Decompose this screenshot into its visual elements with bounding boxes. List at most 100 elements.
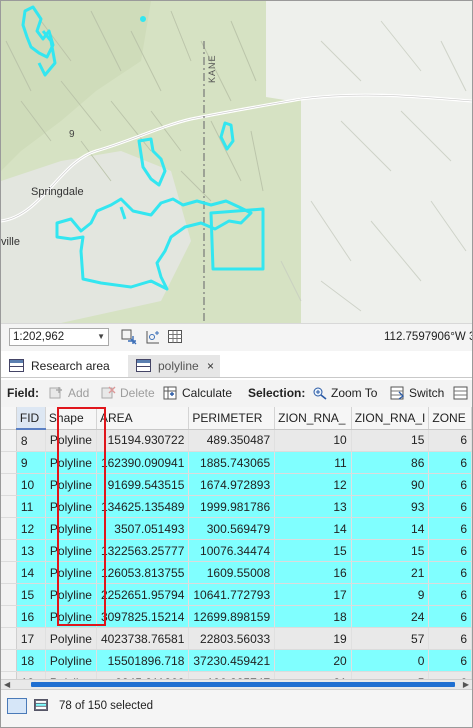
cell-zion-rna[interactable]: 17 (274, 583, 352, 606)
cell-zion-rna-i[interactable]: 86 (351, 451, 430, 474)
row-header[interactable] (1, 649, 17, 672)
cell-fid[interactable]: 14 (16, 561, 46, 584)
cell-shape[interactable]: Polyline (45, 495, 97, 518)
cell-zion-rna[interactable]: 14 (274, 517, 352, 540)
cell-area[interactable]: 126053.813755 (96, 561, 190, 584)
add-field-button[interactable]: Add (68, 386, 89, 400)
table-grid-icon[interactable] (167, 329, 183, 345)
cell-perimeter[interactable]: 300.569479 (188, 517, 276, 540)
cell-shape[interactable]: Polyline (45, 451, 97, 474)
cell-fid[interactable]: 16 (16, 605, 46, 628)
cell-perimeter[interactable]: 489.350487 (188, 429, 276, 452)
row-header[interactable] (1, 495, 17, 518)
row-header[interactable] (1, 429, 17, 452)
cell-shape[interactable]: Polyline (45, 583, 97, 606)
table-row[interactable]: 8 Polyline 15194.930722 489.350487 10 15 6 (1, 429, 472, 452)
cell-zion-rna-i[interactable]: 21 (351, 561, 430, 584)
cell-area[interactable]: 2252651.95794 (96, 583, 190, 606)
cell-zone[interactable]: 6 (428, 627, 472, 650)
cell-shape[interactable]: Polyline (45, 627, 97, 650)
cell-perimeter[interactable]: 22803.56033 (188, 627, 276, 650)
cell-fid[interactable]: 10 (16, 473, 46, 496)
cell-shape[interactable]: Polyline (45, 429, 97, 452)
column-header-zone[interactable]: ZONE (428, 407, 472, 430)
cell-zion-rna-i[interactable]: 15 (351, 429, 430, 452)
row-header[interactable] (1, 583, 17, 606)
table-row[interactable]: 10 Polyline 91699.543515 1674.972893 12 90 6 (1, 473, 472, 496)
table-options-icon[interactable] (453, 386, 468, 400)
cell-fid[interactable]: 11 (16, 495, 46, 518)
table-row[interactable]: 16 Polyline 3097825.15214 12699.898159 18 24 6 (1, 605, 472, 628)
cell-zion-rna[interactable]: 15 (274, 539, 352, 562)
cell-fid[interactable]: 17 (16, 627, 46, 650)
scrollbar-thumb[interactable] (31, 682, 455, 687)
cell-zion-rna[interactable]: 19 (274, 627, 352, 650)
cell-fid[interactable]: 18 (16, 649, 46, 672)
delete-field-button[interactable]: Delete (120, 386, 155, 400)
table-row[interactable]: 17 Polyline 4023738.76581 22803.56033 19 57 6 (1, 627, 472, 650)
cell-fid[interactable]: 9 (16, 451, 46, 474)
cell-perimeter[interactable]: 1999.981786 (188, 495, 276, 518)
cell-zion-rna[interactable]: 13 (274, 495, 352, 518)
row-header[interactable] (1, 473, 17, 496)
cell-zion-rna-i[interactable]: 14 (351, 517, 430, 540)
cell-zion-rna-i[interactable]: 9 (351, 583, 430, 606)
cell-zion-rna[interactable]: 16 (274, 561, 352, 584)
row-header[interactable] (1, 539, 17, 562)
cell-fid[interactable]: 12 (16, 517, 46, 540)
cell-zone[interactable]: 6 (428, 495, 472, 518)
cell-zion-rna[interactable]: 18 (274, 605, 352, 628)
cell-zion-rna-i[interactable]: 15 (351, 539, 430, 562)
cell-area[interactable]: 3097825.15214 (96, 605, 190, 628)
cell-area[interactable]: 91699.543515 (96, 473, 190, 496)
scale-dropdown[interactable]: 1:202,962 ▼ (9, 328, 109, 346)
cell-zone[interactable]: 6 (428, 451, 472, 474)
cell-zion-rna-i[interactable]: 90 (351, 473, 430, 496)
cell-shape[interactable]: Polyline (45, 517, 97, 540)
cell-area[interactable]: 3507.051493 (96, 517, 190, 540)
cell-zone[interactable]: 6 (428, 473, 472, 496)
map-view[interactable]: Springdale ville 9 KANE (1, 1, 472, 323)
close-icon[interactable]: × (207, 355, 214, 377)
column-header-area[interactable]: AREA (96, 407, 190, 430)
row-header[interactable] (1, 605, 17, 628)
table-row[interactable]: 14 Polyline 126053.813755 1609.55008 16 21 6 (1, 561, 472, 584)
cell-perimeter[interactable]: 1674.972893 (188, 473, 276, 496)
cell-area[interactable]: 15501896.718 (96, 649, 190, 672)
cell-perimeter[interactable]: 12699.898159 (188, 605, 276, 628)
table-row[interactable]: 13 Polyline 1322563.25777 10076.34474 15 15 6 (1, 539, 472, 562)
column-header-zion-rna[interactable]: ZION_RNA_ (274, 407, 352, 430)
cell-fid[interactable]: 13 (16, 539, 46, 562)
cell-perimeter[interactable]: 10641.772793 (188, 583, 276, 606)
show-all-records-icon[interactable] (7, 698, 27, 714)
column-header-fid[interactable]: FID (16, 407, 46, 430)
cell-shape[interactable]: Polyline (45, 473, 97, 496)
cell-zone[interactable]: 6 (428, 517, 472, 540)
cell-zion-rna-i[interactable]: 93 (351, 495, 430, 518)
calculate-button[interactable]: Calculate (182, 386, 232, 400)
cell-zion-rna-i[interactable]: 0 (351, 649, 430, 672)
snapping-icon[interactable] (145, 329, 161, 345)
cell-fid[interactable]: 15 (16, 583, 46, 606)
cell-zion-rna-i[interactable]: 24 (351, 605, 430, 628)
row-header[interactable] (1, 451, 17, 474)
attribute-grid[interactable]: FID Shape AREA PERIMETER ZION_RNA_ ZION_… (1, 407, 472, 681)
column-header-perimeter[interactable]: PERIMETER (188, 407, 276, 430)
cell-area[interactable]: 4023738.76581 (96, 627, 190, 650)
show-selected-records-icon[interactable] (34, 699, 48, 711)
map-canvas[interactable]: Springdale ville 9 KANE (1, 1, 472, 323)
row-header[interactable] (1, 561, 17, 584)
tab-research-area[interactable]: Research area (1, 355, 123, 377)
table-row[interactable]: 9 Polyline 162390.090941 1885.743065 11 86 6 (1, 451, 472, 474)
cell-zone[interactable]: 6 (428, 583, 472, 606)
row-header[interactable] (1, 517, 17, 540)
table-row[interactable]: 11 Polyline 134625.135489 1999.981786 13 93 6 (1, 495, 472, 518)
zoom-to-button[interactable]: Zoom To (331, 386, 377, 400)
cell-perimeter[interactable]: 1885.743065 (188, 451, 276, 474)
cell-zone[interactable]: 6 (428, 605, 472, 628)
cell-area[interactable]: 15194.930722 (96, 429, 190, 452)
cell-shape[interactable]: Polyline (45, 605, 97, 628)
cell-zion-rna[interactable]: 11 (274, 451, 352, 474)
cell-shape[interactable]: Polyline (45, 539, 97, 562)
cell-zion-rna[interactable]: 12 (274, 473, 352, 496)
